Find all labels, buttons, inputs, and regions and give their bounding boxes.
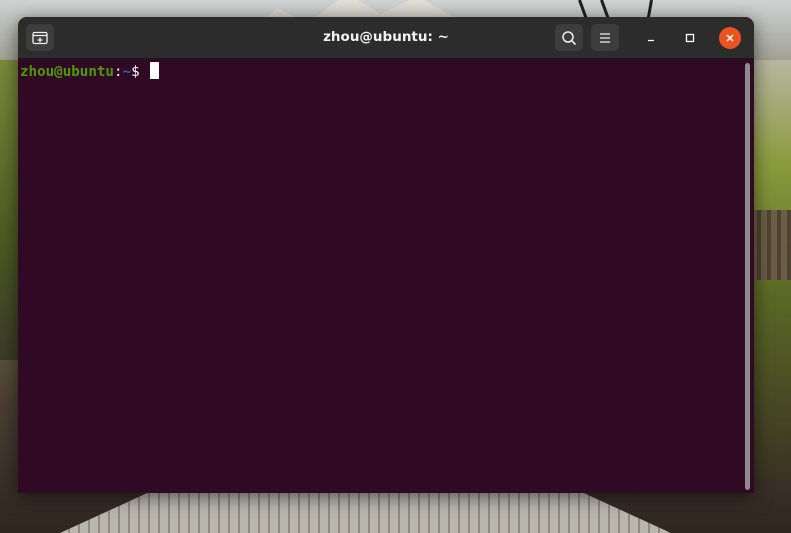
prompt-line: zhou@ubuntu:~$ — [20, 62, 160, 81]
wallpaper-bridge-floor — [60, 491, 671, 533]
text-cursor — [150, 62, 160, 79]
minimize-icon — [648, 39, 654, 42]
menu-button[interactable] — [591, 24, 619, 51]
maximize-button[interactable] — [679, 27, 701, 49]
prompt-user-host: zhou@ubuntu — [20, 64, 114, 80]
prompt-symbol: $ — [131, 64, 149, 80]
search-icon — [562, 30, 577, 45]
terminal-content[interactable]: zhou@ubuntu:~$ — [18, 59, 754, 493]
wallpaper-bridge-rail — [751, 210, 791, 280]
hamburger-menu-icon — [600, 32, 610, 43]
new-tab-icon — [32, 31, 48, 44]
vertical-scrollbar[interactable] — [745, 63, 750, 490]
prompt-path: ~ — [122, 64, 132, 80]
close-icon — [726, 34, 734, 42]
minimize-button[interactable] — [640, 27, 662, 49]
maximize-icon — [685, 33, 695, 43]
new-tab-button[interactable] — [26, 24, 54, 51]
search-button[interactable] — [555, 24, 583, 51]
prompt-colon: : — [113, 64, 123, 80]
titlebar[interactable]: zhou@ubuntu: ~ — [18, 17, 754, 59]
close-button[interactable] — [719, 27, 741, 49]
terminal-window: zhou@ubuntu: ~ zhou@ubuntu:~$ — [18, 17, 754, 493]
